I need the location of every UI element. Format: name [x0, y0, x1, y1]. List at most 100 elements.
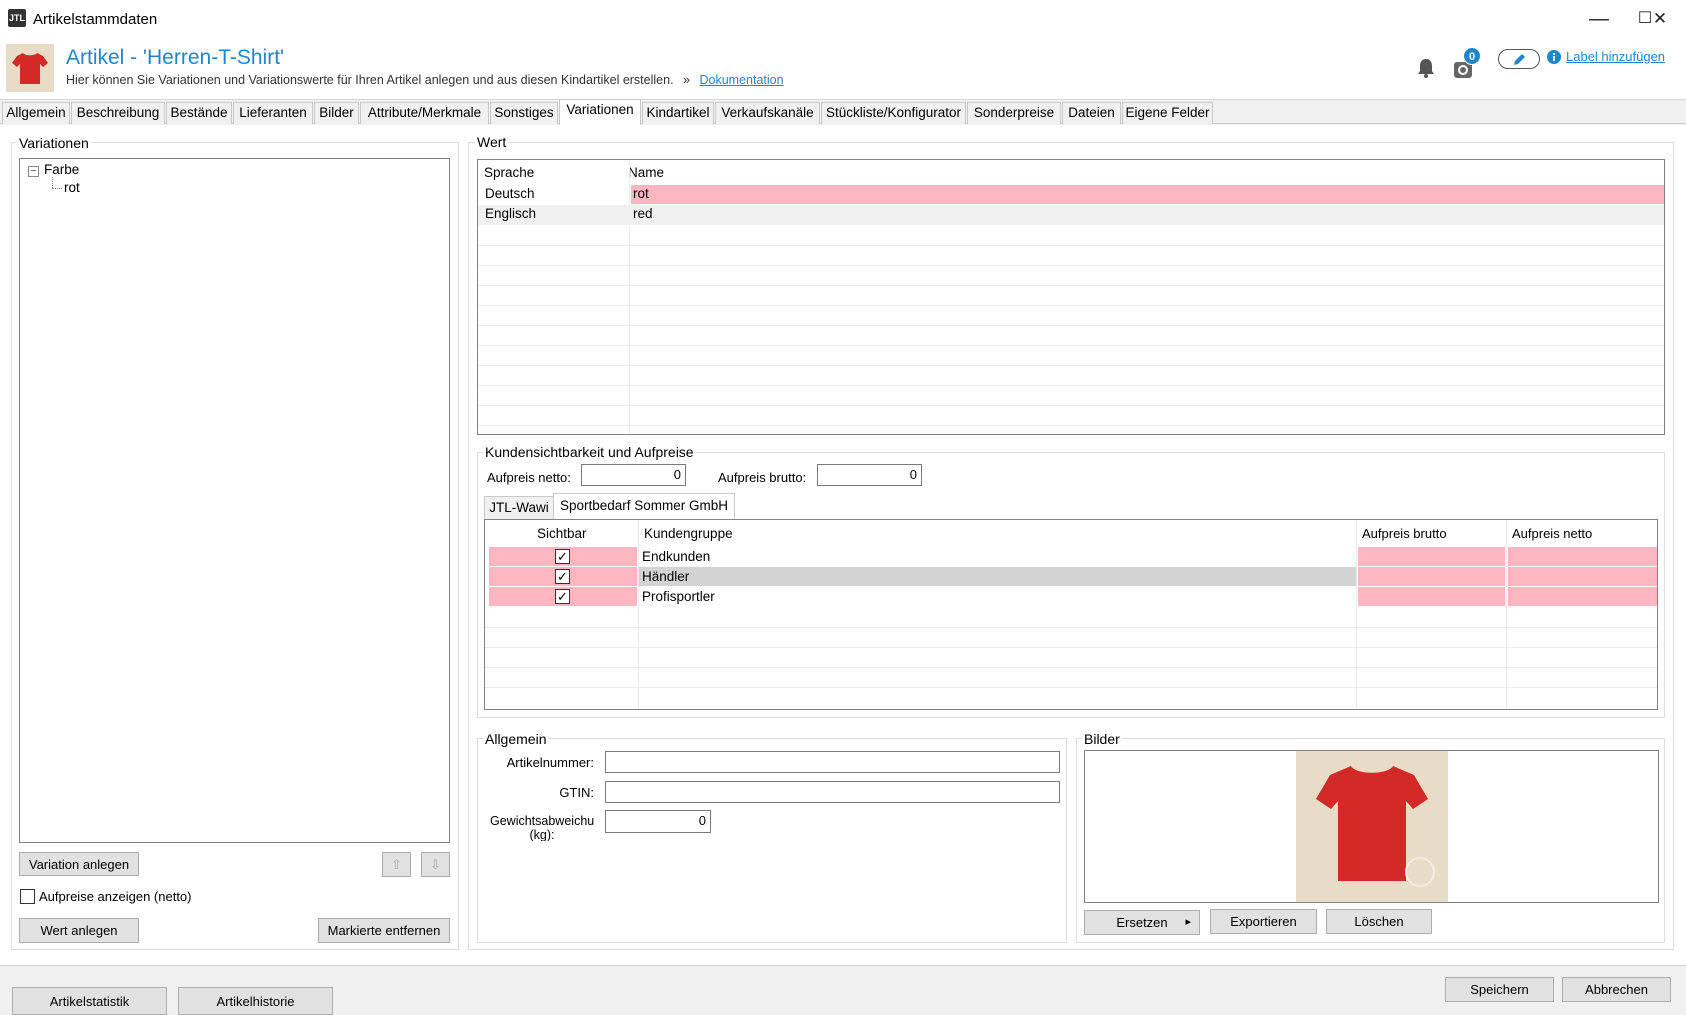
artikelnummer-label: Artikelnummer:: [506, 755, 594, 770]
tree-node-farbe[interactable]: Farbe: [44, 162, 79, 177]
artikelstatistik-button[interactable]: Artikelstatistik: [12, 987, 167, 1015]
artikelnummer-input[interactable]: [605, 751, 1060, 773]
col-header-name: Name: [628, 165, 665, 180]
wert-label: Wert: [475, 134, 509, 150]
image-preview-box[interactable]: [1084, 750, 1659, 903]
show-surcharges-label: Aufpreise anzeigen (netto): [39, 889, 192, 904]
aufpreis-netto-cell[interactable]: [1508, 547, 1657, 566]
tree-node-rot[interactable]: rot: [64, 180, 80, 195]
bilder-label: Bilder: [1082, 731, 1122, 747]
cell-kundengruppe: Händler: [642, 569, 690, 584]
subtab-jtl-wawi[interactable]: JTL-Wawi: [484, 496, 554, 519]
gewicht-input[interactable]: 0: [605, 810, 711, 833]
col-header-aufpreis-netto: Aufpreis netto: [1512, 526, 1593, 541]
col-header-kundengruppe: Kundengruppe: [644, 526, 733, 541]
col-header-sprache: Sprache: [484, 165, 535, 180]
table-row[interactable]: [478, 205, 1664, 225]
aufpreis-brutto-input[interactable]: 0: [817, 464, 922, 486]
move-down-button[interactable]: ⇩: [421, 852, 450, 877]
replace-image-button[interactable]: Ersetzen ▸: [1084, 910, 1200, 935]
cell-kundengruppe: Profisportler: [642, 589, 715, 604]
title-bar: [0, 0, 1686, 38]
remove-selected-button[interactable]: Markierte entfernen: [318, 918, 450, 943]
check-mark: ✓: [557, 549, 568, 564]
cell-sprache: Englisch: [485, 206, 537, 221]
pencil-icon: [1514, 54, 1525, 65]
aufpreis-netto-cell[interactable]: [1508, 587, 1657, 606]
export-image-button[interactable]: Exportieren: [1210, 909, 1317, 934]
subtitle-text: Hier können Sie Variationen und Variatio…: [66, 73, 674, 87]
check-mark: ✓: [557, 589, 568, 604]
cancel-button[interactable]: Abbrechen: [1562, 977, 1671, 1002]
sichtbar-checkbox[interactable]: ✓: [555, 549, 570, 564]
tab-kindartikel[interactable]: Kindartikel: [642, 102, 714, 124]
aufpreis-brutto-cell[interactable]: [1358, 587, 1505, 606]
tab-sonstiges[interactable]: Sonstiges: [490, 102, 558, 124]
tree-line: [52, 188, 62, 189]
tree-line: [52, 177, 53, 188]
tab-dateien[interactable]: Dateien: [1062, 102, 1121, 124]
table-row-selected[interactable]: [639, 567, 1356, 586]
save-button[interactable]: Speichern: [1445, 977, 1554, 1002]
aufpreis-netto-cell[interactable]: [1508, 567, 1657, 586]
minimize-button[interactable]: —: [1576, 0, 1622, 38]
gtin-label: GTIN:: [559, 785, 594, 800]
tab-lieferanten[interactable]: Lieferanten: [233, 102, 313, 124]
subtab-sportbedarf[interactable]: Sportbedarf Sommer GmbH: [553, 493, 735, 520]
tab-sonderpreise[interactable]: Sonderpreise: [967, 102, 1061, 124]
tab-bilder[interactable]: Bilder: [314, 102, 359, 124]
cell-sprache: Deutsch: [485, 186, 535, 201]
tshirt-icon: [1316, 766, 1435, 887]
page-title: Artikel - 'Herren-T-Shirt': [66, 46, 285, 69]
show-surcharges-checkbox[interactable]: [20, 889, 35, 904]
add-label-link[interactable]: Label hinzufügen: [1566, 49, 1665, 64]
aufpreis-netto-input[interactable]: 0: [581, 464, 686, 486]
col-header-aufpreis-brutto: Aufpreis brutto: [1362, 526, 1447, 541]
tab-bestaende[interactable]: Bestände: [166, 102, 232, 124]
replace-label: Ersetzen: [1116, 915, 1168, 930]
delete-image-button[interactable]: Löschen: [1326, 909, 1432, 934]
documentation-link[interactable]: Dokumentation: [699, 73, 783, 87]
edit-label-button[interactable]: [1498, 49, 1540, 69]
tab-verkaufskanaele[interactable]: Verkaufskanäle: [715, 102, 820, 124]
info-icon: [1547, 50, 1561, 64]
kundensichtbarkeit-label: Kundensichtbarkeit und Aufpreise: [483, 444, 696, 460]
tab-beschreibung[interactable]: Beschreibung: [71, 102, 165, 124]
tree-collapse-icon[interactable]: −: [28, 166, 39, 177]
dropdown-arrow-icon: ▸: [1185, 916, 1191, 928]
cell-kundengruppe: Endkunden: [642, 549, 711, 564]
product-image: [1296, 751, 1448, 902]
tab-variationen[interactable]: Variationen: [559, 99, 641, 125]
variation-tree[interactable]: − Farbe rot: [19, 158, 450, 843]
aufpreis-brutto-cell[interactable]: [1358, 567, 1505, 586]
add-value-button[interactable]: Wert anlegen: [19, 918, 139, 943]
tab-attribute-merkmale[interactable]: Attribute/Merkmale: [360, 102, 489, 124]
cell-name[interactable]: rot: [633, 186, 649, 201]
bell-icon[interactable]: [1414, 56, 1438, 80]
sichtbar-checkbox[interactable]: ✓: [555, 589, 570, 604]
cell-name[interactable]: red: [633, 206, 653, 221]
wert-grid[interactable]: Sprache Name Deutsch rot Englisch red: [477, 159, 1665, 435]
window-title: Artikelstammdaten: [33, 11, 158, 28]
aufpreis-netto-label: Aufpreis netto:: [487, 470, 571, 485]
add-variation-button[interactable]: Variation anlegen: [19, 852, 139, 876]
tshirt-icon: [12, 53, 48, 84]
app-logo-icon: JTL: [8, 9, 26, 27]
sichtbar-checkbox[interactable]: ✓: [555, 569, 570, 584]
tab-stueckliste-konfigurator[interactable]: Stückliste/Konfigurator: [821, 102, 966, 124]
allgemein-label: Allgemein: [483, 731, 549, 747]
gewicht-label: Gewichtsabweichung (kg):: [490, 814, 594, 841]
check-mark: ✓: [557, 569, 568, 584]
highlight-cell[interactable]: [631, 185, 1664, 204]
kundengruppen-grid[interactable]: Sichtbar Kundengruppe Aufpreis brutto Au…: [484, 519, 1658, 710]
gtin-input[interactable]: [605, 781, 1060, 803]
artikelhistorie-button[interactable]: Artikelhistorie: [178, 987, 333, 1015]
tab-allgemein[interactable]: Allgemein: [2, 102, 70, 124]
page-subtitle: Hier können Sie Variationen und Variatio…: [66, 73, 784, 87]
article-thumbnail: [6, 44, 54, 92]
move-up-button[interactable]: ⇧: [382, 852, 411, 877]
close-window-button[interactable]: ✕: [1634, 0, 1686, 38]
tab-eigene-felder[interactable]: Eigene Felder: [1122, 102, 1213, 124]
aufpreis-brutto-cell[interactable]: [1358, 547, 1505, 566]
subtitle-arrow: »: [683, 73, 690, 87]
